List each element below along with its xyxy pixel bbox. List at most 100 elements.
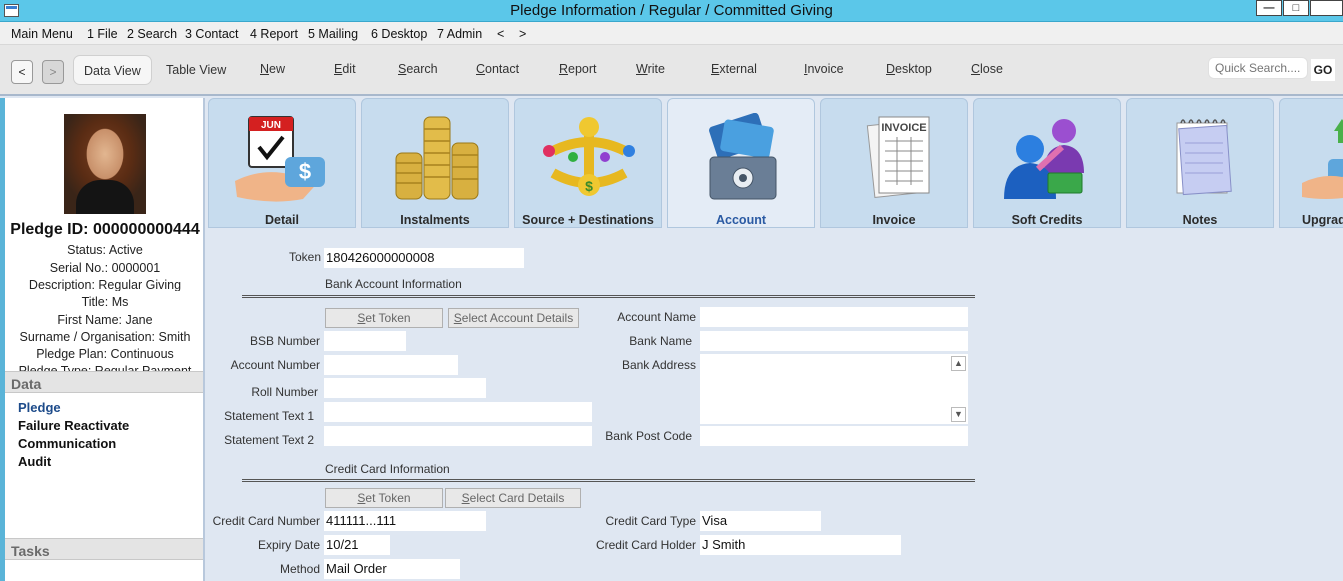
- set-token-label: et Token: [365, 491, 411, 505]
- select-account-details-button[interactable]: Select Account Details: [448, 308, 579, 328]
- calendar-hand-icon: JUN $: [235, 116, 325, 202]
- bank-post-code-field[interactable]: [700, 426, 968, 446]
- bank-set-token-button[interactable]: Set Token: [325, 308, 443, 328]
- menu-file[interactable]: 1 File: [87, 27, 118, 41]
- bank-post-code-label: Bank Post Code: [605, 429, 692, 443]
- token-field[interactable]: 180426000000008: [324, 248, 524, 268]
- contact-photo: [64, 114, 146, 214]
- scroll-up-arrow[interactable]: ▲: [951, 356, 966, 371]
- invoice-icon: INVOICE: [866, 116, 930, 198]
- close-button[interactable]: Close: [971, 62, 1003, 76]
- statement-text-1-label: Statement Text 1: [224, 409, 314, 423]
- tab-instalments[interactable]: Instalments: [361, 98, 509, 228]
- tab-notes[interactable]: Notes: [1126, 98, 1274, 228]
- statement-text-1-field[interactable]: [324, 402, 592, 422]
- tab-invoice[interactable]: INVOICE Invoice: [820, 98, 968, 228]
- expiry-date-field[interactable]: 10/21: [324, 535, 390, 555]
- credit-card-safe-icon: [709, 113, 777, 200]
- bank-section-divider: [242, 295, 975, 298]
- invoice-label: nvoice: [807, 62, 844, 76]
- scroll-down-arrow[interactable]: ▼: [951, 407, 966, 422]
- toolbar: < > Data View Table View New Edit Search…: [0, 45, 1343, 96]
- contact-label: ontact: [485, 62, 520, 76]
- credit-card-number-field[interactable]: 411111...111: [324, 511, 486, 531]
- svg-text:JUN: JUN: [261, 120, 281, 131]
- left-panel: Pledge ID: 000000000444 Status: Active S…: [5, 98, 205, 581]
- card-set-token-button[interactable]: Set Token: [325, 488, 443, 508]
- account-name-field[interactable]: [700, 307, 968, 327]
- menu-scroll-right[interactable]: >: [519, 27, 526, 41]
- report-button[interactable]: Report: [559, 62, 597, 76]
- tab-upgrade[interactable]: Upgrade: [1279, 98, 1343, 228]
- minimize-button[interactable]: —: [1256, 0, 1282, 16]
- method-field[interactable]: Mail Order: [324, 559, 460, 579]
- select-card-label: elect Card Details: [469, 491, 565, 505]
- main-content: JUN $ Detail Instalments $ Source + Dest…: [207, 98, 1343, 581]
- menu-contact[interactable]: 3 Contact: [185, 27, 239, 41]
- bsb-number-field[interactable]: [324, 331, 406, 351]
- desktop-button[interactable]: Desktop: [886, 62, 932, 76]
- data-link-communication[interactable]: Communication: [18, 436, 116, 451]
- select-card-details-button[interactable]: Select Card Details: [445, 488, 581, 508]
- bank-address-textarea[interactable]: ▲ ▼: [700, 354, 968, 424]
- contact-button[interactable]: Contact: [476, 62, 519, 76]
- data-link-pledge[interactable]: Pledge: [18, 400, 61, 415]
- invoice-button[interactable]: Invoice: [804, 62, 844, 76]
- menu-desktop[interactable]: 6 Desktop: [371, 27, 427, 41]
- data-view-button[interactable]: Data View: [73, 55, 152, 85]
- account-number-field[interactable]: [324, 355, 458, 375]
- desktop-label: esktop: [895, 62, 932, 76]
- tab-label: Upgrade: [1302, 213, 1343, 227]
- write-hotkey: W: [636, 62, 648, 76]
- tab-soft-credits[interactable]: Soft Credits: [973, 98, 1121, 228]
- table-view-button[interactable]: Table View: [156, 55, 236, 85]
- search-button[interactable]: Search: [398, 62, 438, 76]
- method-label: Method: [279, 562, 320, 576]
- notepad-icon: [1176, 119, 1232, 196]
- account-name-label: Account Name: [617, 310, 696, 324]
- statement-text-2-field[interactable]: [324, 426, 592, 446]
- credit-card-number-label: Credit Card Number: [212, 514, 320, 528]
- desktop-hotkey: D: [886, 62, 896, 76]
- account-number-label: Account Number: [230, 358, 320, 372]
- search-label: earch: [406, 62, 438, 76]
- set-token-label: et Token: [365, 311, 411, 325]
- credit-card-holder-label: Credit Card Holder: [595, 538, 696, 552]
- tab-account[interactable]: Account: [667, 98, 815, 228]
- data-link-audit[interactable]: Audit: [18, 454, 51, 469]
- menu-admin[interactable]: 7 Admin: [437, 27, 482, 41]
- credit-card-holder-field[interactable]: J Smith: [700, 535, 901, 555]
- menu-main-menu[interactable]: Main Menu: [11, 27, 73, 41]
- back-button[interactable]: <: [11, 60, 33, 84]
- write-button[interactable]: Write: [636, 62, 665, 76]
- menu-mailing[interactable]: 5 Mailing: [308, 27, 358, 41]
- credit-card-section-divider: [242, 479, 975, 482]
- edit-button[interactable]: Edit: [334, 62, 356, 76]
- roll-number-field[interactable]: [324, 378, 486, 398]
- tasks-section-header[interactable]: Tasks: [5, 538, 203, 560]
- credit-card-type-field[interactable]: Visa: [700, 511, 821, 531]
- quick-search-input[interactable]: [1208, 57, 1308, 79]
- menu-scroll-left[interactable]: <: [497, 27, 504, 41]
- external-button[interactable]: External: [711, 62, 757, 76]
- bank-section-title: Bank Account Information: [325, 277, 462, 291]
- menu-report[interactable]: 4 Report: [250, 27, 298, 41]
- maximize-button[interactable]: □: [1283, 0, 1309, 16]
- title-line: Title: Ms: [81, 295, 129, 309]
- menu-search[interactable]: 2 Search: [127, 27, 177, 41]
- expiry-date-label: Expiry Date: [257, 538, 320, 552]
- tab-detail[interactable]: JUN $ Detail: [208, 98, 356, 228]
- data-section-header[interactable]: Data: [5, 371, 203, 393]
- tab-source-destinations[interactable]: $ Source + Destinations: [514, 98, 662, 228]
- roll-number-label: Roll Number: [251, 385, 318, 399]
- new-button[interactable]: New: [260, 62, 285, 76]
- report-label: eport: [568, 62, 597, 76]
- go-button[interactable]: GO: [1311, 59, 1335, 81]
- data-link-failure-reactivate[interactable]: Failure Reactivate: [18, 418, 129, 433]
- close-label: lose: [980, 62, 1003, 76]
- people-money-icon: [1004, 119, 1084, 199]
- status-line: Status: Active: [67, 243, 143, 257]
- bank-name-field[interactable]: [700, 331, 968, 351]
- close-window-button[interactable]: [1310, 0, 1343, 16]
- forward-button[interactable]: >: [42, 60, 64, 84]
